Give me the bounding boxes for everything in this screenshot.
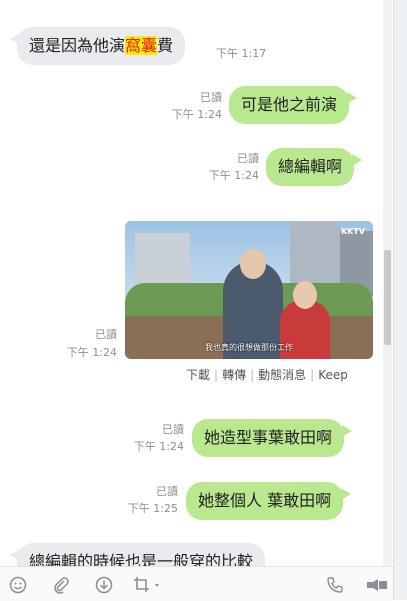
emoji-icon[interactable] — [9, 576, 27, 594]
forward-link[interactable]: 轉傳 — [222, 368, 246, 382]
video-subtitle: 我也真的很想做那份工作 — [205, 343, 293, 352]
message-highlight-text: 窩囊 — [125, 36, 158, 55]
message-bubble-incoming[interactable]: 總編輯的時候也是一般穿的比較 — [10, 543, 266, 566]
divider: | — [310, 368, 315, 382]
message-read-status: 已讀 — [200, 91, 222, 104]
video-action-bar: 下載 | 轉傳 | 動態消息 | Keep — [186, 368, 348, 382]
keep-link[interactable]: Keep — [318, 368, 348, 382]
bubble-tail — [10, 33, 20, 45]
message-bubble-incoming[interactable]: 還是因為他演窩囊費 — [10, 27, 186, 65]
video-frame-head — [293, 281, 317, 309]
message-text: 費 — [157, 36, 174, 55]
video-call-icon[interactable] — [366, 576, 388, 594]
message-text: 還是因為他演 — [29, 36, 126, 55]
download-icon[interactable] — [95, 576, 113, 594]
video-thumbnail[interactable]: KKTV 我也真的很想做那份工作 — [125, 221, 373, 359]
message-time: 下午 1:24 — [171, 108, 222, 121]
video-frame-building — [290, 221, 340, 291]
message-time: 下午 1:25 — [127, 502, 178, 515]
divider: | — [214, 368, 219, 382]
message-read-status: 已讀 — [162, 423, 184, 436]
download-link[interactable]: 下載 — [186, 368, 210, 382]
message-read-status: 已讀 — [95, 328, 117, 341]
message-text: 可是他之前演 — [241, 95, 338, 114]
chat-area: 還是因為他演窩囊費 下午 1:17 已讀 下午 1:24 可是他之前演 已讀 下… — [0, 0, 383, 566]
message-time: 下午 1:24 — [208, 169, 259, 182]
video-frame-head — [240, 249, 266, 279]
input-toolbar — [0, 566, 393, 601]
bubble-tail — [342, 425, 353, 437]
bubble-tail — [352, 154, 363, 166]
message-read-status: 已讀 — [237, 152, 259, 165]
message-text: 總編輯的時候也是一般穿的比較 — [29, 552, 254, 566]
bubble-tail — [347, 92, 358, 104]
message-time: 下午 1:24 — [133, 440, 184, 453]
message-bubble-outgoing[interactable]: 總編輯啊 — [266, 148, 363, 186]
divider: | — [250, 368, 255, 382]
message-bubble-outgoing[interactable]: 她造型事葉敢田啊 — [192, 419, 353, 457]
attachment-icon[interactable] — [52, 576, 70, 594]
message-time: 下午 1:24 — [66, 346, 117, 359]
message-text: 她造型事葉敢田啊 — [204, 428, 333, 447]
chat-scrollbar-thumb[interactable] — [384, 250, 391, 345]
crop-icon[interactable] — [133, 576, 163, 594]
timeline-link[interactable]: 動態消息 — [258, 368, 306, 382]
phone-icon[interactable] — [326, 576, 344, 594]
message-text: 總編輯啊 — [278, 157, 343, 176]
bubble-tail — [10, 549, 20, 561]
message-bubble-outgoing[interactable]: 可是他之前演 — [229, 86, 358, 124]
message-time: 下午 1:17 — [216, 47, 267, 60]
message-text: 她整個人 葉敢田啊 — [198, 491, 332, 510]
window-right-frame — [393, 0, 407, 600]
message-bubble-outgoing[interactable]: 她整個人 葉敢田啊 — [186, 482, 352, 520]
bubble-tail — [341, 488, 352, 500]
video-channel-logo: KKTV — [340, 227, 365, 236]
message-read-status: 已讀 — [156, 485, 178, 498]
